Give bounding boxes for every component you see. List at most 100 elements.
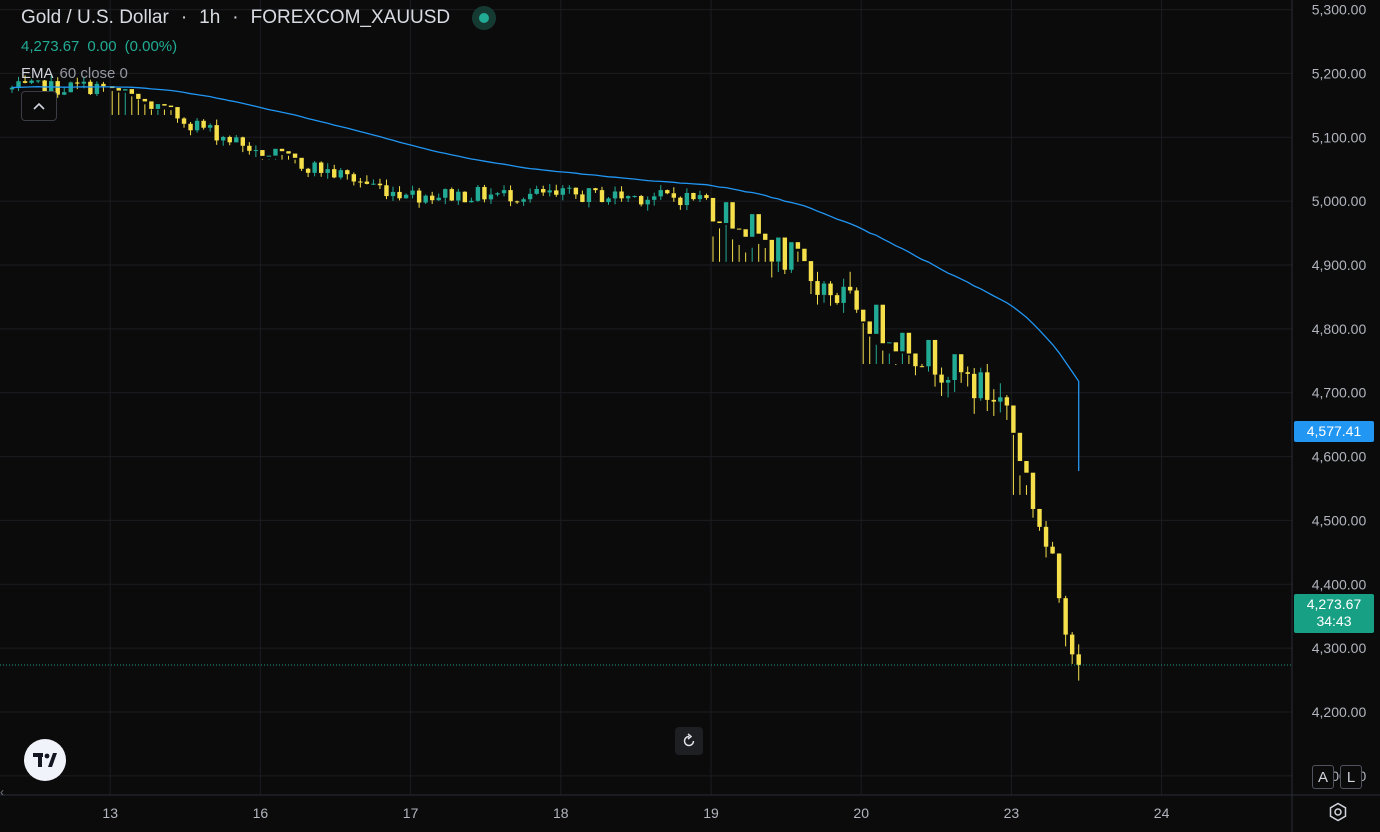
candle: [658, 185, 663, 200]
candle: [345, 169, 350, 180]
candle: [155, 104, 161, 115]
candle: [913, 353, 918, 376]
candle: [1024, 461, 1029, 495]
tradingview-logo-icon[interactable]: [24, 739, 66, 781]
auto-scale-button[interactable]: A: [1312, 765, 1334, 789]
scroll-left-icon[interactable]: ‹: [0, 785, 4, 799]
candle: [932, 339, 938, 387]
indicator-params: 60 close 0: [59, 65, 128, 82]
y-tick-label: 5,200.00: [1312, 65, 1367, 81]
candle: [1037, 508, 1042, 531]
settings-icon[interactable]: [1326, 800, 1350, 824]
candle: [580, 190, 585, 203]
candle: [325, 163, 330, 179]
candle: [795, 242, 801, 262]
candle: [906, 332, 912, 364]
x-tick-label: 13: [102, 805, 118, 821]
candle: [449, 187, 454, 202]
candle: [279, 148, 285, 160]
candle: [782, 237, 788, 275]
change-value: 0.00: [87, 38, 117, 55]
candle: [802, 248, 807, 262]
candle: [671, 187, 677, 202]
candle: [136, 93, 141, 115]
chart-header: Gold / U.S. Dollar · 1h · FOREXCOM_XAUUS…: [21, 6, 497, 82]
candle: [1050, 541, 1055, 554]
x-axis: 13 16 17 18 19 20 23 24: [102, 805, 1169, 821]
source-label: FOREXCOM_XAUUSD: [250, 7, 451, 28]
candle: [684, 188, 690, 211]
candle: [815, 271, 820, 305]
candle: [416, 187, 422, 208]
candle: [292, 153, 298, 164]
candle: [939, 367, 944, 396]
candle: [305, 167, 311, 178]
candle: [397, 186, 402, 201]
candle: [893, 342, 899, 366]
candle: [351, 172, 357, 186]
x-tick-label: 18: [553, 805, 569, 821]
y-tick-label: 4,300.00: [1312, 640, 1367, 656]
candle: [1017, 432, 1023, 495]
candle: [201, 119, 206, 130]
y-tick-label: 5,000.00: [1312, 193, 1367, 209]
candle: [508, 185, 513, 207]
candle: [926, 339, 931, 372]
title-sep-2: ·: [232, 7, 239, 28]
candle: [743, 229, 748, 262]
candle: [129, 89, 134, 115]
candle: [665, 189, 670, 195]
x-tick-label: 20: [853, 805, 869, 821]
candle: [194, 118, 200, 133]
gear-shape: [1329, 802, 1347, 822]
chart-canvas[interactable]: 4,100.004,200.004,300.004,400.004,500.00…: [0, 0, 1380, 832]
y-tick-label: 4,200.00: [1312, 704, 1367, 720]
indicator-legend[interactable]: EMA 60 close 0: [21, 65, 496, 82]
candle: [697, 190, 703, 202]
last-price-tag: 4,273.67 34:43: [1294, 594, 1374, 633]
x-tick-label: 17: [403, 805, 419, 821]
candle: [221, 135, 226, 146]
live-status-icon: [472, 6, 497, 30]
candle: [534, 185, 539, 195]
candle: [149, 101, 154, 115]
candle: [482, 184, 487, 203]
candle: [834, 292, 840, 305]
candle: [998, 383, 1003, 413]
candle: [462, 191, 468, 203]
candle: [227, 135, 232, 146]
reset-chart-button[interactable]: [675, 727, 703, 755]
candle: [769, 239, 774, 278]
candle: [207, 123, 213, 132]
candle: [175, 107, 180, 123]
candle: [123, 89, 128, 115]
candle: [952, 354, 957, 393]
y-tick-label: 5,300.00: [1312, 2, 1367, 18]
title-sep: ·: [180, 7, 188, 28]
candle: [364, 175, 370, 185]
candle: [469, 197, 474, 203]
candle: [573, 187, 579, 199]
chevron-up-icon: [33, 102, 45, 110]
x-tick-label: 24: [1154, 805, 1170, 821]
candle: [547, 184, 552, 197]
candle: [599, 186, 605, 203]
candle: [763, 233, 768, 262]
candle: [1076, 644, 1081, 681]
bar-countdown: 34:43: [1316, 613, 1352, 629]
indicator-name: EMA: [21, 65, 54, 82]
symbol-name: Gold / U.S. Dollar: [21, 7, 169, 28]
symbol-title[interactable]: Gold / U.S. Dollar · 1h · FOREXCOM_XAUUS…: [21, 6, 497, 30]
price-line: 4,273.67 0.00 (0.00%): [21, 38, 496, 55]
candle: [1043, 521, 1049, 558]
collapse-legend-button[interactable]: [21, 91, 57, 121]
candle: [874, 304, 879, 364]
candle: [390, 186, 396, 201]
log-scale-button[interactable]: L: [1340, 765, 1362, 789]
candle: [116, 88, 121, 115]
candle: [828, 281, 833, 306]
candle: [567, 185, 572, 194]
candle: [638, 194, 644, 207]
candle: [880, 304, 885, 364]
candle: [978, 367, 983, 401]
